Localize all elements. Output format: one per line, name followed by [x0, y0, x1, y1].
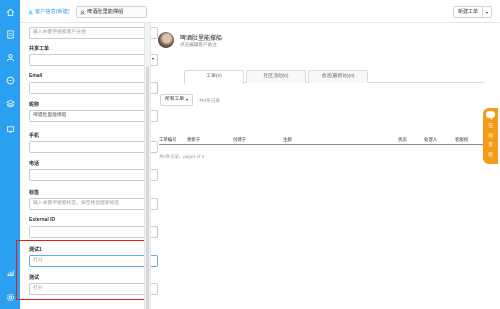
phone-label: 手机 — [29, 133, 40, 139]
column-header[interactable]: 更新于 — [187, 137, 200, 143]
tab-label: 啤酒肚里能撑船 — [87, 9, 124, 15]
tel-label: 电话 — [29, 161, 40, 167]
phone-field[interactable] — [29, 141, 158, 153]
customer-note[interactable]: 点击编辑客户备注 — [180, 42, 217, 48]
tags-input[interactable]: 输入关键字搜索标签，按空格创建新标签 — [29, 198, 158, 210]
main-content: 啤酒肚里能撑船 点击编辑客户备注 工单(0) 社区活动(0) 会话(最新访)(0… — [151, 23, 500, 309]
avatar[interactable] — [158, 32, 174, 48]
column-header[interactable]: 状态 — [398, 137, 407, 143]
external-id-field[interactable] — [29, 226, 158, 238]
customer-name: 啤酒肚里能撑船 — [180, 36, 223, 42]
new-ticket-button[interactable]: 新建工单 ▾ — [452, 6, 492, 18]
chart-icon[interactable] — [5, 267, 15, 277]
pagination-info: 共0条记录，page1 of 0 — [159, 154, 205, 159]
widget-char: 在 — [488, 123, 493, 128]
tab-conversations[interactable]: 会话(最新访)(0) — [308, 70, 368, 83]
tab-customer-name[interactable]: 啤酒肚里能撑船 — [76, 6, 147, 18]
nickname-field[interactable]: 啤酒肚里能撑船 — [29, 110, 158, 122]
settings-icon[interactable] — [5, 292, 15, 302]
monitor-icon[interactable] — [5, 124, 15, 134]
ticket-table-header: 工单编号 更新于 创建于 主题 状态 处理人 客服组 — [159, 136, 489, 145]
record-count: 共0条记录 — [199, 98, 220, 103]
widget-char: 客 — [488, 142, 493, 147]
tab-customer-info[interactable]: 客户信息(新建) — [28, 6, 70, 18]
new-ticket-label: 新建工单 — [454, 6, 483, 18]
online-support-widget[interactable]: 在 线 客 服 — [483, 108, 498, 164]
email-label: Email — [29, 73, 43, 79]
tags-label: 标签 — [29, 190, 40, 196]
column-header[interactable]: 工单编号 — [159, 137, 177, 143]
user-icon — [28, 9, 33, 15]
chevron-down-icon[interactable]: ▾ — [483, 10, 491, 15]
chat-bubble-icon — [486, 111, 495, 120]
ticket-filter-dropdown[interactable]: 所有工单 — [160, 94, 194, 106]
document-icon[interactable] — [5, 29, 15, 39]
widget-char: 线 — [488, 132, 493, 138]
tab-community[interactable]: 社区活动(0) — [246, 70, 306, 83]
widget-char: 服 — [488, 151, 493, 157]
user-icon — [80, 9, 85, 15]
highlight-box — [16, 240, 146, 300]
column-header[interactable]: 主题 — [283, 137, 292, 143]
column-header[interactable]: 处理人 — [424, 137, 437, 143]
layers-icon[interactable] — [5, 98, 15, 108]
tab-tickets[interactable]: 工单(0) — [184, 70, 244, 84]
tab-label: 客户信息(新建) — [35, 9, 70, 15]
customer-group-search-input[interactable]: 输入关键字搜索客户分组 — [29, 27, 158, 39]
scrollbar-thumb[interactable] — [146, 67, 149, 309]
external-id-label: External ID — [29, 217, 56, 223]
home-icon[interactable] — [5, 7, 15, 17]
email-field[interactable] — [29, 82, 158, 94]
column-header[interactable]: 创建于 — [233, 137, 246, 143]
chevron-down-icon — [186, 99, 189, 101]
customers-icon[interactable] — [5, 52, 15, 62]
nickname-label: 昵称 — [29, 102, 40, 108]
sub-tabs: 工单(0) 社区活动(0) 会话(最新访)(0) — [184, 70, 484, 84]
top-bar: 客户信息(新建) 啤酒肚里能撑船 新建工单 ▾ — [20, 0, 500, 23]
message-icon[interactable] — [5, 75, 15, 85]
shared-ticket-select[interactable] — [29, 54, 158, 66]
column-header[interactable]: 客服组 — [455, 137, 468, 143]
filter-label: 所有工单 — [165, 97, 185, 102]
shared-ticket-label: 共享工单 — [29, 46, 50, 52]
online-support-label: 在 线 客 服 — [483, 121, 498, 159]
tel-field[interactable] — [29, 169, 158, 181]
